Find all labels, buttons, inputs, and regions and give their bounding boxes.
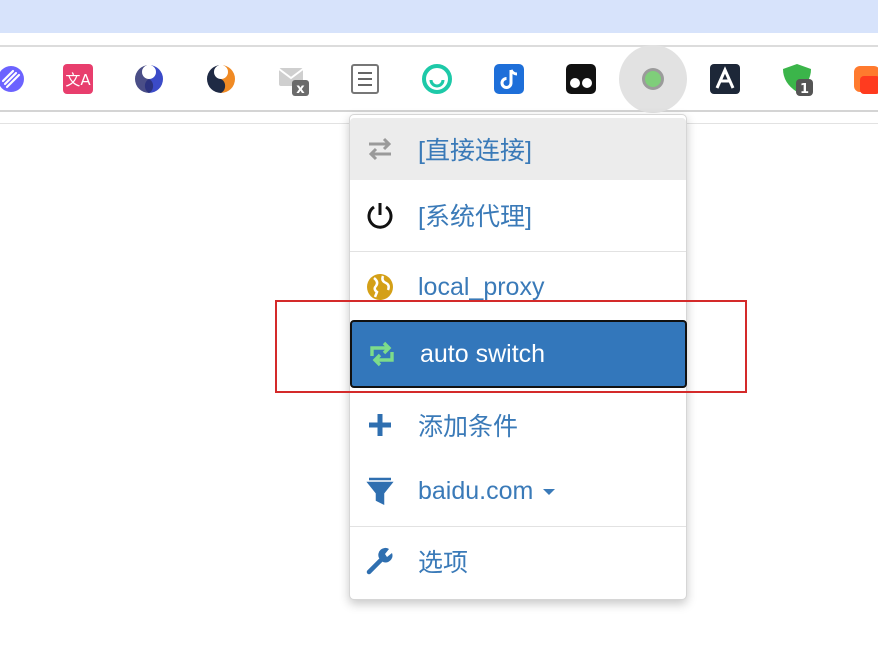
- menu-item-label: local_proxy: [418, 272, 545, 301]
- menu-item-label: 添加条件: [418, 413, 519, 441]
- menu-divider: [350, 251, 686, 252]
- menu-item-system-proxy[interactable]: [系统代理]: [350, 184, 686, 246]
- menu-item-baidu-condition[interactable]: baidu.com: [350, 460, 686, 522]
- power-icon: [364, 199, 396, 231]
- green-circle-extension-icon[interactable]: [420, 62, 454, 96]
- menu-item-direct-connection[interactable]: [直接连接]: [350, 118, 686, 180]
- blue-swirl-extension-icon[interactable]: [132, 62, 166, 96]
- menu-item-label: [直接连接]: [418, 137, 532, 165]
- menu-item-label: baidu.com: [418, 477, 556, 506]
- a-logo-extension-icon[interactable]: [708, 62, 742, 96]
- screen: 文A x 1 [直接连接] [系统代理] local_proxy auto sw…: [0, 0, 878, 664]
- green-shield-extension-icon[interactable]: 1: [780, 62, 814, 96]
- chevron-down-icon: [543, 488, 556, 495]
- wrench-icon: [364, 545, 396, 577]
- menu-item-label: 选项: [418, 549, 469, 577]
- annotation-highlight-box: [275, 300, 747, 393]
- reader-extension-icon[interactable]: [348, 62, 382, 96]
- menu-item-options[interactable]: 选项: [350, 530, 686, 592]
- tiktok-extension-icon[interactable]: [492, 62, 526, 96]
- plus-icon: [364, 409, 396, 441]
- svg-text:文A: 文A: [65, 71, 91, 89]
- orange-swirl-extension-icon[interactable]: [204, 62, 238, 96]
- svg-text:1: 1: [800, 82, 809, 96]
- translate-extension-icon[interactable]: 文A: [61, 62, 95, 96]
- tampermonkey-extension-icon[interactable]: [564, 62, 598, 96]
- link-extension-icon[interactable]: [0, 62, 28, 96]
- orange-extension-icon[interactable]: [852, 62, 878, 96]
- browser-tab-strip: [0, 0, 878, 33]
- mail-blocked-extension-icon[interactable]: x: [276, 62, 310, 96]
- globe-icon: [364, 271, 396, 303]
- filter-icon: [364, 475, 396, 507]
- proxy-switch-extension-icon[interactable]: [636, 62, 670, 96]
- menu-item-label: [系统代理]: [418, 203, 532, 231]
- menu-divider: [350, 526, 686, 527]
- swap-arrows-icon: [364, 133, 396, 165]
- menu-item-add-condition[interactable]: 添加条件: [350, 394, 686, 456]
- svg-text:x: x: [296, 82, 305, 96]
